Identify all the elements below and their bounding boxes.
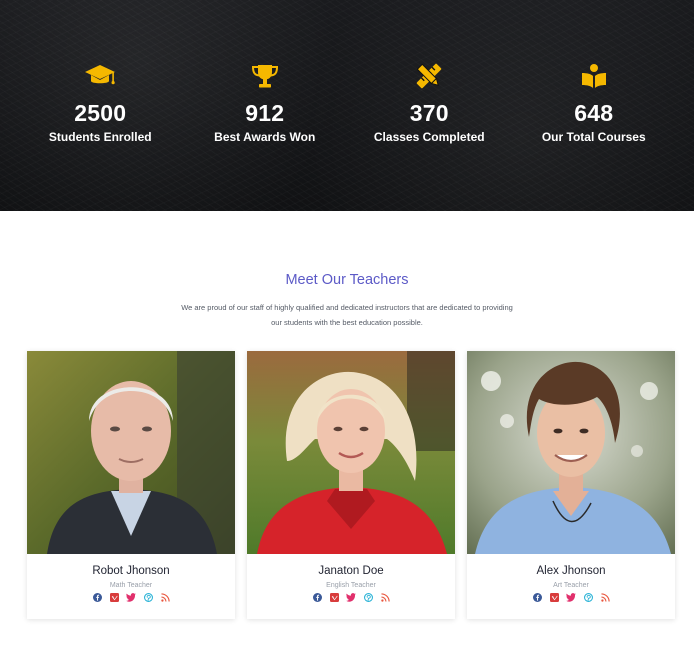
- section-title: Meet Our Teachers: [285, 272, 409, 288]
- teacher-card[interactable]: Alex Jhonson Art Teacher: [467, 351, 675, 619]
- teacher-name: Alex Jhonson: [536, 565, 606, 577]
- teacher-photo: [247, 351, 455, 554]
- twitter-icon[interactable]: [126, 592, 136, 602]
- stat-students-enrolled: 2500 Students Enrolled: [18, 62, 183, 144]
- social-links: [27, 592, 235, 602]
- pinterest-icon[interactable]: [363, 592, 373, 602]
- graduation-cap-icon: [18, 62, 183, 90]
- stat-label: Students Enrolled: [48, 130, 152, 144]
- vimeo-icon[interactable]: [549, 592, 559, 602]
- twitter-icon[interactable]: [566, 592, 576, 602]
- teacher-card[interactable]: Janaton Doe English Teacher: [247, 351, 455, 619]
- stats-banner: 2500 Students Enrolled 912 Best Awards W…: [0, 0, 694, 211]
- stat-number: 370: [409, 100, 449, 126]
- pencil-ruler-icon: [347, 62, 512, 90]
- facebook-icon[interactable]: [312, 592, 322, 602]
- stat-label: Our Total Courses: [541, 130, 646, 144]
- teachers-section: Meet Our Teachers We are proud of our st…: [0, 211, 694, 619]
- pinterest-icon[interactable]: [143, 592, 153, 602]
- stat-label: Classes Completed: [373, 130, 485, 144]
- stat-number: 2500: [74, 100, 127, 126]
- stat-number: 648: [574, 100, 614, 126]
- rss-icon[interactable]: [600, 592, 610, 602]
- section-description: We are proud of our staff of highly qual…: [181, 303, 513, 327]
- stat-total-courses: 648 Our Total Courses: [512, 62, 677, 144]
- social-links: [467, 592, 675, 602]
- teacher-card[interactable]: Robot Jhonson Math Teacher: [27, 351, 235, 619]
- rss-icon[interactable]: [380, 592, 390, 602]
- vimeo-icon[interactable]: [329, 592, 339, 602]
- stat-classes-completed: 370 Classes Completed: [347, 62, 512, 144]
- open-book-icon: [512, 62, 677, 90]
- facebook-icon[interactable]: [532, 592, 542, 602]
- teacher-photo: [467, 351, 675, 554]
- twitter-icon[interactable]: [346, 592, 356, 602]
- stat-number: 912: [245, 100, 285, 126]
- stat-label: Best Awards Won: [214, 130, 316, 144]
- stat-best-awards: 912 Best Awards Won: [183, 62, 348, 144]
- teacher-name: Robot Jhonson: [92, 565, 170, 577]
- teacher-photo: [27, 351, 235, 554]
- social-links: [247, 592, 455, 602]
- rss-icon[interactable]: [160, 592, 170, 602]
- facebook-icon[interactable]: [92, 592, 102, 602]
- vimeo-icon[interactable]: [109, 592, 119, 602]
- trophy-icon: [183, 62, 348, 90]
- teacher-role: English Teacher: [326, 582, 376, 589]
- pinterest-icon[interactable]: [583, 592, 593, 602]
- teacher-name: Janaton Doe: [318, 565, 384, 577]
- teacher-role: Art Teacher: [553, 582, 589, 589]
- teacher-role: Math Teacher: [109, 582, 153, 589]
